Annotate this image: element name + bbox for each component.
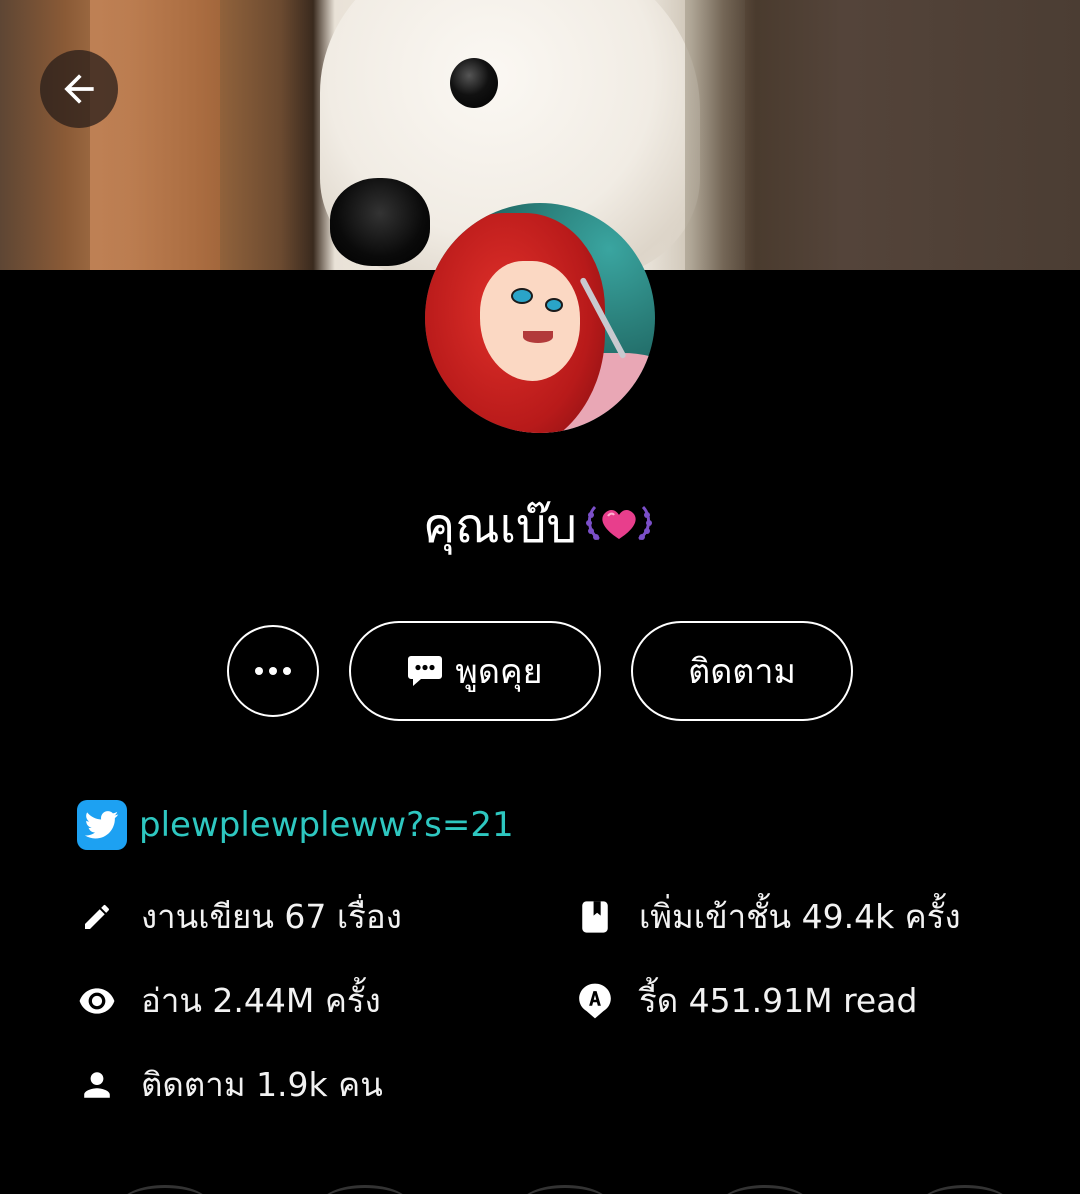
person-icon [77, 1065, 117, 1105]
follow-button[interactable]: ติดตาม [631, 621, 853, 721]
arrow-left-icon [64, 74, 94, 104]
twitter-handle[interactable]: plewplewpleww?s=21 [139, 805, 514, 845]
avatar[interactable] [425, 203, 655, 433]
eye-icon [77, 981, 117, 1021]
twitter-link-row[interactable]: plewplewpleww?s=21 [77, 800, 514, 850]
more-button[interactable] [227, 625, 319, 717]
stat-read-count-text: รี้ด 451.91M read [639, 981, 918, 1020]
stat-reads: อ่าน 2.44M ครั้ง [77, 974, 381, 1027]
display-name: คุณเบ๊บ [423, 498, 577, 554]
cover-dog-nose [330, 178, 430, 266]
stat-works-text: งานเขียน 67 เรื่อง [141, 897, 402, 936]
stat-read-count: รี้ด 451.91M read [575, 974, 917, 1027]
bottom-tab-hint [0, 1185, 1080, 1194]
chat-bubble-icon [408, 656, 443, 686]
cover-door [685, 0, 745, 270]
cover-dog-eye [450, 58, 498, 108]
stat-reads-text: อ่าน 2.44M ครั้ง [141, 981, 381, 1020]
chat-button-label: พูดคุย [455, 652, 543, 692]
read-badge-icon [575, 981, 615, 1021]
heart-laurel-icon [581, 501, 657, 557]
stat-works: งานเขียน 67 เรื่อง [77, 890, 402, 943]
stat-followers: ติดตาม 1.9k คน [77, 1058, 383, 1111]
twitter-icon [77, 800, 127, 850]
bookmark-icon [575, 897, 615, 937]
profile-name: คุณเบ๊บ [0, 488, 1080, 564]
stat-shelf: เพิ่มเข้าชั้น 49.4k ครั้ง [575, 890, 961, 943]
back-button[interactable] [40, 50, 118, 128]
pencil-icon [77, 897, 117, 937]
chat-button[interactable]: พูดคุย [349, 621, 601, 721]
stat-shelf-text: เพิ่มเข้าชั้น 49.4k ครั้ง [639, 897, 961, 936]
cover-wall [90, 0, 220, 270]
ellipsis-icon [255, 667, 291, 675]
stat-followers-text: ติดตาม 1.9k คน [141, 1065, 383, 1104]
follow-button-label: ติดตาม [688, 652, 796, 692]
